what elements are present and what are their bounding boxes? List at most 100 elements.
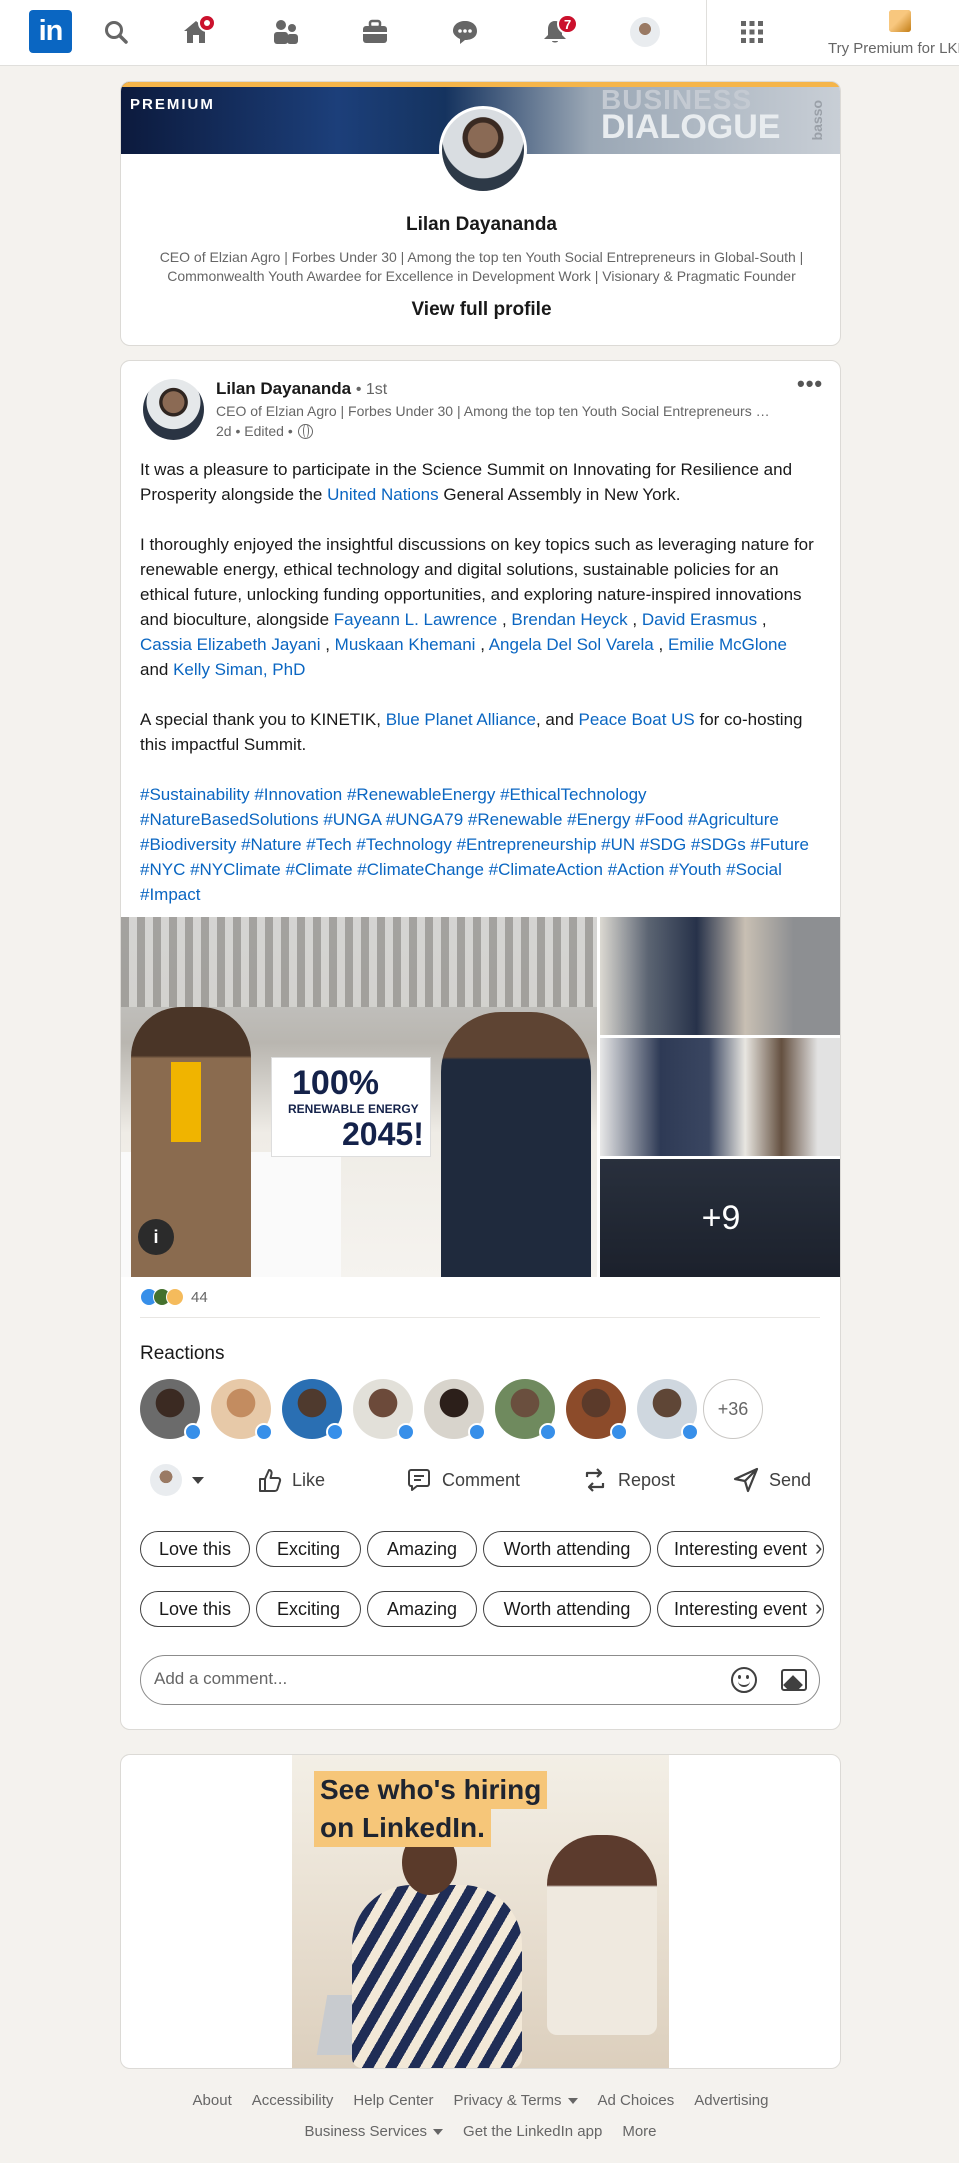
footer-link-advertising[interactable]: Advertising <box>694 2092 768 2109</box>
reactor-avatar[interactable] <box>424 1379 486 1441</box>
mention-blue-planet-alliance[interactable]: Blue Planet Alliance <box>386 710 536 729</box>
profile-name[interactable]: Lilan Dayananda <box>121 214 840 236</box>
home-icon[interactable] <box>180 14 216 48</box>
suggestion-chip[interactable]: Amazing <box>367 1531 477 1567</box>
footer-link-help-center[interactable]: Help Center <box>353 2092 433 2109</box>
connection-degree: • 1st <box>355 381 388 398</box>
mention-united-nations[interactable]: United Nations <box>327 485 439 504</box>
mention-link[interactable]: Kelly Siman, PhD <box>173 660 305 679</box>
search-icon[interactable] <box>100 16 132 48</box>
image-icon[interactable] <box>781 1669 807 1691</box>
notifications-icon[interactable]: 7 <box>539 14 579 48</box>
premium-icon[interactable] <box>889 10 911 32</box>
suggestion-chip[interactable]: Interesting event <box>657 1531 824 1567</box>
banner-text-dialogue: DIALOGUE <box>601 108 781 146</box>
reactor-avatar[interactable] <box>282 1379 344 1441</box>
messaging-icon[interactable] <box>449 16 481 48</box>
ad-person-right <box>547 1835 657 2035</box>
comment-input[interactable]: Add a comment... <box>140 1655 820 1705</box>
more-options-icon[interactable]: ••• <box>797 371 823 397</box>
repost-button[interactable]: Repost <box>582 1459 675 1501</box>
thumbs-up-icon <box>259 1469 282 1492</box>
like-badge-icon <box>255 1423 273 1441</box>
view-full-profile-link[interactable]: View full profile <box>121 299 840 321</box>
more-reactors-button[interactable]: +36 <box>703 1379 763 1439</box>
comment-suggestions-row: Love this Exciting Amazing Worth attendi… <box>140 1591 830 1627</box>
my-network-icon[interactable] <box>270 16 302 48</box>
send-button[interactable]: Send <box>733 1459 811 1501</box>
post-hashtags[interactable]: #Sustainability #Innovation #RenewableEn… <box>140 782 820 907</box>
mention-link[interactable]: Muskaan Khemani <box>335 635 476 654</box>
para1-text-b: General Assembly in New York. <box>438 485 681 504</box>
footer-link-accessibility[interactable]: Accessibility <box>252 2092 334 2109</box>
reaction-count[interactable]: 44 <box>191 1289 208 1306</box>
post-paragraph-1: It was a pleasure to participate in the … <box>140 457 820 507</box>
post-photo-4[interactable]: +9 <box>600 1159 840 1277</box>
footer-link-ad-choices[interactable]: Ad Choices <box>598 2092 675 2109</box>
linkedin-logo[interactable]: in <box>29 10 72 53</box>
reaction-as-selector[interactable] <box>150 1459 204 1501</box>
suggestion-chip[interactable]: Interesting event <box>657 1591 824 1627</box>
post-paragraph-3: A special thank you to KINETIK, Blue Pla… <box>140 707 820 757</box>
post-photo-main[interactable]: 100% RENEWABLE ENERGY 2045! i <box>121 917 597 1277</box>
post-author-avatar[interactable] <box>143 379 204 440</box>
footer-link-about[interactable]: About <box>193 2092 232 2109</box>
premium-link[interactable]: Try Premium for LKR <box>828 40 959 57</box>
suggestion-chip[interactable]: Love this <box>140 1591 250 1627</box>
mention-link[interactable]: Emilie McGlone <box>668 635 787 654</box>
mention-link[interactable]: David Erasmus <box>642 610 757 629</box>
footer-link-more[interactable]: More <box>622 2123 656 2140</box>
chevron-right-icon[interactable]: › <box>815 1535 822 1561</box>
reactor-avatar[interactable] <box>140 1379 202 1441</box>
suggestion-chip[interactable]: Worth attending <box>483 1591 651 1627</box>
reactor-avatar[interactable] <box>353 1379 415 1441</box>
reactor-avatar[interactable] <box>211 1379 273 1441</box>
home-badge <box>198 14 216 32</box>
comment-button[interactable]: Comment <box>406 1459 520 1501</box>
reactor-avatar[interactable] <box>566 1379 628 1441</box>
suggestion-chip[interactable]: Worth attending <box>483 1531 651 1567</box>
like-button[interactable]: Like <box>256 1459 325 1501</box>
suggestion-chip[interactable]: Exciting <box>256 1591 361 1627</box>
hashtag-links[interactable]: #Sustainability #Innovation #RenewableEn… <box>140 785 809 904</box>
footer-privacy-label[interactable]: Privacy & Terms <box>453 2092 561 2109</box>
top-nav: in 7 Try Premium for LKR <box>0 0 959 66</box>
info-icon[interactable]: i <box>138 1219 174 1255</box>
more-photos-count[interactable]: +9 <box>600 1159 840 1277</box>
photo-sign-small: RENEWABLE ENERGY <box>288 1102 419 1116</box>
footer-link-business-services[interactable]: Business Services <box>304 2123 444 2140</box>
post-author-name-text[interactable]: Lilan Dayananda <box>216 379 351 398</box>
post-photo-2[interactable] <box>600 917 840 1035</box>
post-photo-3[interactable] <box>600 1038 840 1156</box>
mention-link[interactable]: Brendan Heyck <box>511 610 627 629</box>
mention-link[interactable]: Cassia Elizabeth Jayani <box>140 635 320 654</box>
me-avatar[interactable] <box>629 16 661 48</box>
ad-card[interactable]: See who's hiring on LinkedIn. <box>120 1754 841 2069</box>
mention-link[interactable]: Fayeann L. Lawrence <box>334 610 498 629</box>
profile-avatar[interactable] <box>439 106 527 194</box>
footer-business-label[interactable]: Business Services <box>304 2123 427 2140</box>
suggestion-chip[interactable]: Amazing <box>367 1591 477 1627</box>
chevron-right-icon[interactable]: › <box>815 1595 822 1621</box>
footer-link-get-app[interactable]: Get the LinkedIn app <box>463 2123 602 2140</box>
notifications-badge: 7 <box>557 14 579 34</box>
mention-peace-boat-us[interactable]: Peace Boat US <box>579 710 695 729</box>
suggestion-chip[interactable]: Love this <box>140 1531 250 1567</box>
photo-sign-year: 2045! <box>342 1116 424 1152</box>
post-time-text: 2d • Edited • <box>216 423 293 439</box>
footer-link-privacy[interactable]: Privacy & Terms <box>453 2092 578 2109</box>
banner-text-vertical: basso <box>809 100 825 141</box>
globe-icon <box>297 423 313 439</box>
ad-image[interactable]: See who's hiring on LinkedIn. <box>292 1755 669 2068</box>
post-photo-grid[interactable]: 100% RENEWABLE ENERGY 2045! i +9 <box>121 917 840 1277</box>
mention-link[interactable]: Angela Del Sol Varela <box>489 635 654 654</box>
post-card: Lilan Dayananda • 1st CEO of Elzian Agro… <box>120 360 841 1730</box>
jobs-icon[interactable] <box>359 16 391 48</box>
reactor-avatar[interactable] <box>637 1379 699 1441</box>
emoji-icon[interactable] <box>731 1667 757 1693</box>
reactor-avatar[interactable] <box>495 1379 557 1441</box>
work-grid-icon[interactable] <box>736 16 768 48</box>
suggestion-chip[interactable]: Exciting <box>256 1531 361 1567</box>
post-author-name[interactable]: Lilan Dayananda • 1st <box>216 379 387 399</box>
reaction-summary[interactable]: 44 <box>140 1287 208 1307</box>
